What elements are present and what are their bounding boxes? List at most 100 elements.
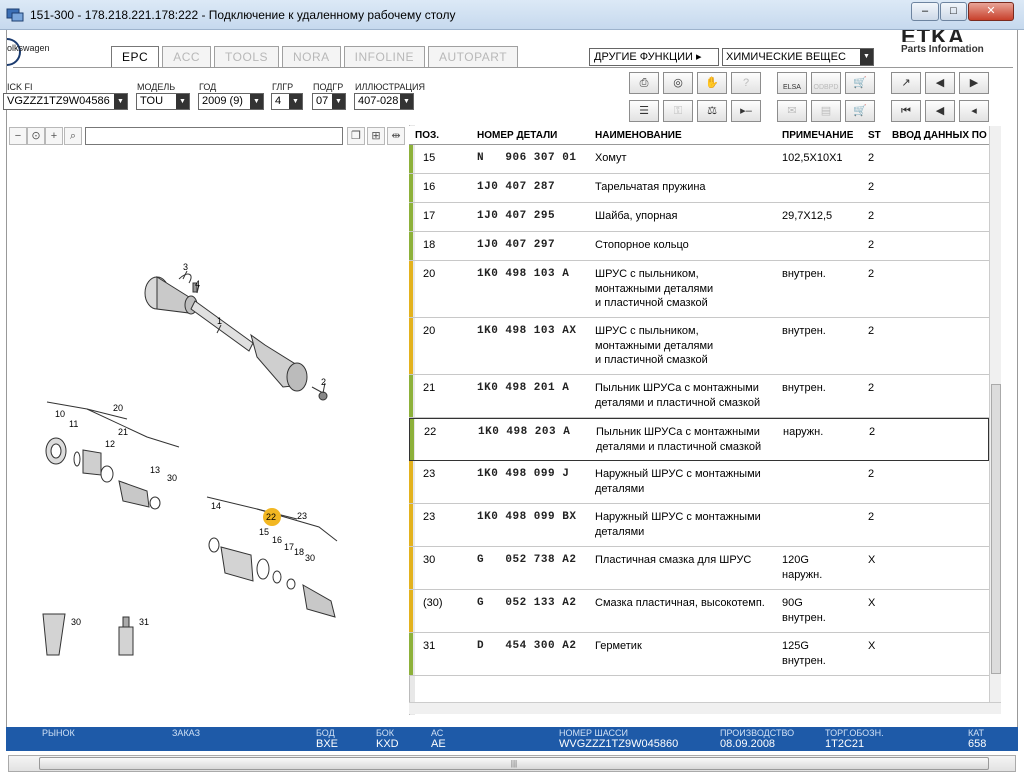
minimize-button[interactable]: – [911,2,939,21]
other-functions-button[interactable]: ДРУГИЕ ФУНКЦИИ ▸ [589,48,719,66]
grid-icon[interactable]: ⊞ [367,127,385,145]
folder-icon[interactable]: ▤ [811,100,841,122]
col-name[interactable]: НАИМЕНОВАНИЕ [595,130,682,141]
search-icon[interactable]: ⌕ [64,127,82,145]
zoom-out-icon[interactable]: − [9,127,27,145]
book-next-icon[interactable]: ▶ [959,72,989,94]
table-row[interactable]: 15 N 906 307 01 Хомут 102,5X10X1 2 [409,145,989,174]
col-pos[interactable]: ПОЗ. [415,130,439,141]
cart-icon[interactable]: 🛒 [845,72,875,94]
table-row[interactable]: 22 1K0 498 203 A Пыльник ШРУСа с монтажным… [409,418,989,461]
list-icon[interactable]: ☰ [629,100,659,122]
callout-30b[interactable]: 30 [305,553,315,563]
book-prev-icon[interactable]: ◀ [925,72,955,94]
callout-18[interactable]: 18 [294,547,304,557]
table-row[interactable]: 16 1J0 407 287 Тарельчатая пружина 2 [409,174,989,203]
table-row[interactable]: 18 1J0 407 297 Стопорное кольцо 2 [409,232,989,261]
table-row[interactable]: 20 1K0 498 103 AX ШРУС с пыльником, монтаж… [409,318,989,375]
table-row[interactable]: 30 G 052 738 A2 Пластичная смазка для ШРУС… [409,547,989,590]
close-button[interactable]: ✕ [968,2,1014,21]
callout-21[interactable]: 21 [118,427,128,437]
col-note[interactable]: ПРИМЕЧАНИЕ [782,130,853,141]
main-group-select[interactable]: 4 ▼ [271,93,303,110]
key-icon[interactable]: ⚿ [663,100,693,122]
year-select[interactable]: 2009 (9) ▼ [198,93,264,110]
chemicals-select[interactable]: ХИМИЧЕСКИЕ ВЕЩЕС ▼ [722,48,874,66]
illustration-search-input[interactable] [85,127,343,145]
callout-23[interactable]: 23 [297,511,307,521]
elsa-icon[interactable]: ELSA [777,72,807,94]
tab-epc[interactable]: EPC [111,46,160,68]
zoom-fit-icon[interactable]: ⊙ [27,127,45,145]
tab-infoline[interactable]: INFOLINE [343,46,426,67]
col-input[interactable]: ВВОД ДАННЫХ ПО [892,130,987,141]
forward-minus-icon[interactable]: ▸– [731,100,761,122]
chevron-down-icon[interactable]: ▼ [332,94,345,109]
copy-icon[interactable]: ❐ [347,127,365,145]
callout-14[interactable]: 14 [211,501,221,511]
zoom-in-icon[interactable]: + [45,127,63,145]
callout-4[interactable]: 4 [195,279,200,289]
split-icon[interactable]: ⇹ [387,127,405,145]
callout-17[interactable]: 17 [284,542,294,552]
tab-autopart[interactable]: AUTOPART [428,46,519,67]
chevron-down-icon[interactable]: ▼ [114,94,127,109]
callout-16[interactable]: 16 [272,535,282,545]
table-row[interactable]: 31 D 454 300 A2 Герметик 125G внутрен. X [409,633,989,676]
vin-value: VGZZZ1TZ9W04586 [7,95,110,107]
callout-22[interactable]: 22 [266,512,276,522]
catalog-label: КАТ [968,728,985,738]
table-horizontal-scrollbar[interactable] [409,702,1001,714]
callout-1[interactable]: 1 [217,316,222,326]
callout-11[interactable]: 11 [69,419,78,429]
chevron-down-icon[interactable]: ▼ [289,94,302,109]
tab-tools[interactable]: TOOLS [214,46,279,67]
odbpd-icon[interactable]: ODBPD [811,72,841,94]
callout-2[interactable]: 2 [321,377,326,387]
callout-15[interactable]: 15 [259,527,269,537]
chevron-down-icon[interactable]: ▼ [400,94,413,109]
col-st[interactable]: ST [868,130,881,141]
handshake-icon[interactable]: ✋ [697,72,727,94]
cart-add-icon[interactable]: 🛒 [845,100,875,122]
callout-10[interactable]: 10 [55,409,65,419]
table-row[interactable]: 17 1J0 407 295 Шайба, упорная 29,7X12,5 2 [409,203,989,232]
col-part-number[interactable]: НОМЕР ДЕТАЛИ [477,130,557,141]
note-icon[interactable]: ✉ [777,100,807,122]
tab-acc[interactable]: ACC [162,46,212,67]
pin-icon[interactable]: ↗ [891,72,921,94]
chevron-down-icon[interactable]: ▼ [860,49,873,65]
scale-icon[interactable]: ⚖ [697,100,727,122]
callout-12[interactable]: 12 [105,439,115,449]
model-select[interactable]: TOU ▼ [136,93,190,110]
scroll-thumb[interactable] [991,384,1001,674]
scroll-thumb[interactable]: ||| [39,757,989,770]
prev-icon[interactable]: ◀ [925,100,955,122]
table-row[interactable]: 23 1K0 498 099 J Наружный ШРУС с монтажным… [409,461,989,504]
callout-20a[interactable]: 20 [113,403,123,413]
chevron-down-icon[interactable]: ▼ [250,94,263,109]
table-row[interactable]: 20 1K0 498 103 A ШРУС с пыльником, монтажн… [409,261,989,318]
sub-group-select[interactable]: 07 ▼ [312,93,346,110]
first-icon[interactable]: ⏮ [891,100,921,122]
remote-desktop-scrollbar[interactable]: ||| [8,755,1016,772]
chevron-down-icon[interactable]: ▼ [176,94,189,109]
tab-nora[interactable]: NORA [282,46,341,67]
help-icon[interactable]: ? [731,72,761,94]
disc-icon[interactable]: ◎ [663,72,693,94]
table-row[interactable]: 23 1K0 498 099 BX Наружный ШРУС с монтажны… [409,504,989,547]
callout-30a[interactable]: 30 [167,473,177,483]
print-icon[interactable]: ⎙ [629,72,659,94]
table-row[interactable]: (30) G 052 133 A2 Смазка пластичная, высок… [409,590,989,633]
callout-3[interactable]: 3 [183,262,188,272]
callout-31[interactable]: 31 [139,617,149,627]
vin-select[interactable]: VGZZZ1TZ9W04586 ▼ [3,93,128,110]
illustration-select[interactable]: 407-028 ▼ [354,93,414,110]
table-row[interactable]: 21 1K0 498 201 A Пыльник ШРУСа с монтажным… [409,375,989,418]
parts-illustration[interactable]: 3 4 1 2 20 10 11 21 12 13 30 14 23 15 16… [7,147,409,707]
back-icon[interactable]: ◂ [959,100,989,122]
maximize-button[interactable]: □ [940,2,967,21]
callout-30c[interactable]: 30 [71,617,81,627]
table-vertical-scrollbar[interactable] [989,126,1001,702]
callout-13[interactable]: 13 [150,465,160,475]
